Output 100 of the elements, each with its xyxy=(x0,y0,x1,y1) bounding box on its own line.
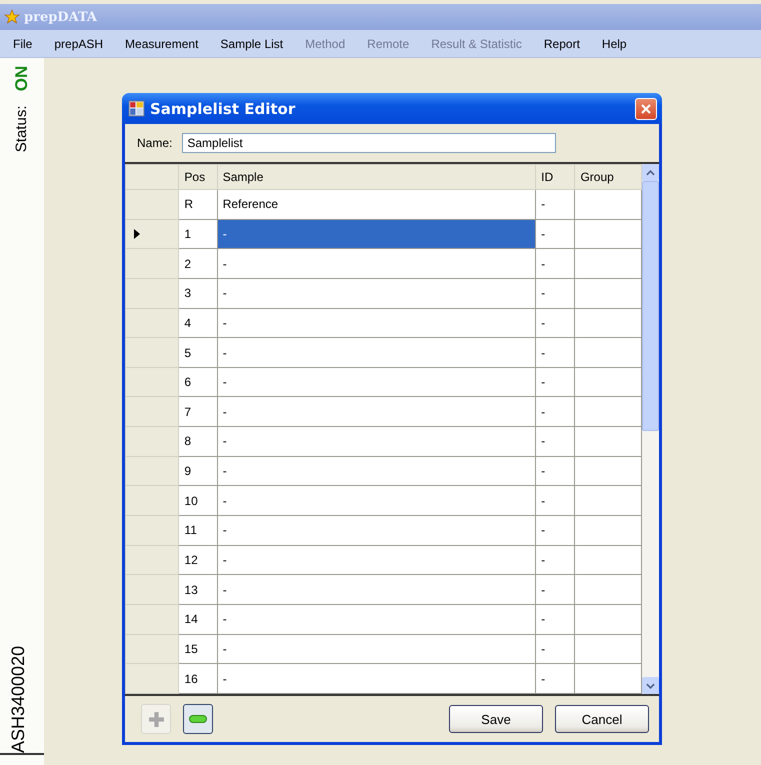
table-cell: - xyxy=(536,367,575,397)
dialog-button[interactable]: Cancel xyxy=(555,705,649,733)
table-cell: 2 xyxy=(178,248,218,278)
table-cell xyxy=(574,664,642,694)
status-label: Status: xyxy=(14,106,30,152)
table-cell: - xyxy=(536,426,575,456)
table-cell: - xyxy=(536,248,575,278)
table-cell xyxy=(574,486,642,516)
table-cell xyxy=(574,190,642,220)
table-cell: - xyxy=(536,456,575,486)
table-cell xyxy=(574,308,642,338)
star-icon xyxy=(4,9,20,25)
table-cell: - xyxy=(536,604,575,634)
table-cell: - xyxy=(217,278,536,308)
menu-item[interactable]: File xyxy=(2,36,44,50)
table-cell xyxy=(574,634,642,664)
row-header[interactable] xyxy=(126,426,179,456)
row-header[interactable] xyxy=(126,248,179,278)
row-header[interactable] xyxy=(126,308,179,338)
menu-item[interactable]: Measurement xyxy=(114,36,210,50)
menu-item[interactable]: prepASH xyxy=(43,36,114,50)
table-cell: - xyxy=(217,219,536,249)
table-cell: 12 xyxy=(178,545,218,575)
table-cell xyxy=(574,396,642,427)
table-cell: - xyxy=(536,308,575,338)
table-cell: - xyxy=(217,486,536,516)
row-header[interactable] xyxy=(126,456,179,486)
table-cell: - xyxy=(536,574,575,604)
table-cell: - xyxy=(217,516,536,546)
table-cell xyxy=(574,338,642,368)
table-cell: - xyxy=(536,396,575,427)
column-header[interactable]: Sample xyxy=(217,164,536,190)
vertical-scrollbar[interactable] xyxy=(642,164,659,694)
row-header[interactable] xyxy=(126,516,179,546)
row-header[interactable] xyxy=(126,486,179,516)
row-header[interactable] xyxy=(126,278,179,308)
table-cell xyxy=(574,248,642,278)
dialog-button[interactable]: Save xyxy=(449,705,543,733)
column-header[interactable]: Group xyxy=(574,164,642,190)
table-cell: 13 xyxy=(178,574,218,604)
table-cell: - xyxy=(536,338,575,368)
close-icon xyxy=(640,102,652,114)
menu-item[interactable]: Report xyxy=(532,36,591,50)
table-cell: - xyxy=(536,664,575,694)
table-cell: 14 xyxy=(178,604,218,634)
minus-icon xyxy=(189,715,207,723)
name-field[interactable]: Samplelist xyxy=(182,133,556,153)
table-cell: - xyxy=(217,604,536,634)
table-cell xyxy=(574,456,642,486)
row-header[interactable] xyxy=(126,545,179,575)
row-header[interactable] xyxy=(126,664,179,694)
table-cell: - xyxy=(217,574,536,604)
row-header[interactable] xyxy=(126,574,179,604)
table-cell: - xyxy=(536,219,575,249)
current-row-icon xyxy=(134,228,140,239)
table-cell: - xyxy=(217,367,536,397)
row-header[interactable] xyxy=(126,338,179,368)
row-header[interactable] xyxy=(126,367,179,397)
table-cell xyxy=(574,278,642,308)
menu-item[interactable]: Help xyxy=(590,36,638,50)
table-cell xyxy=(574,604,642,634)
table-cell xyxy=(574,516,642,546)
column-header[interactable]: ID xyxy=(536,164,575,190)
table-cell: - xyxy=(217,456,536,486)
row-header[interactable] xyxy=(126,634,179,664)
table-cell: - xyxy=(536,516,575,546)
column-header[interactable]: Pos xyxy=(178,164,218,190)
table-cell: 1 xyxy=(178,219,218,249)
close-button[interactable] xyxy=(635,98,657,120)
row-header[interactable] xyxy=(126,604,179,634)
table-cell: 11 xyxy=(178,516,218,546)
table-cell: - xyxy=(217,634,536,664)
table-cell: 3 xyxy=(178,278,218,308)
caret-up-icon xyxy=(646,170,655,176)
status-value: ON xyxy=(12,66,32,92)
table-cell xyxy=(574,367,642,397)
row-header[interactable] xyxy=(126,396,179,427)
row-header[interactable] xyxy=(126,219,179,249)
table-cell: 15 xyxy=(178,634,218,664)
table-cell: Reference xyxy=(217,190,536,220)
table-cell: R xyxy=(178,190,218,220)
table-cell: - xyxy=(536,486,575,516)
window-title: prepDATA xyxy=(24,10,97,24)
table-cell: 8 xyxy=(178,426,218,456)
table-cell: - xyxy=(217,545,536,575)
table-cell: - xyxy=(536,278,575,308)
scroll-thumb[interactable] xyxy=(642,181,659,431)
plus-icon xyxy=(148,710,164,728)
row-header-corner xyxy=(126,164,179,190)
table-cell: 4 xyxy=(178,308,218,338)
table-cell xyxy=(574,219,642,249)
menu-item[interactable]: Sample List xyxy=(209,36,294,50)
table-cell: - xyxy=(536,634,575,664)
table-cell: - xyxy=(217,396,536,427)
grid-app-icon xyxy=(128,100,145,117)
remove-button[interactable] xyxy=(183,704,213,734)
table-cell: - xyxy=(217,308,536,338)
row-header[interactable] xyxy=(126,190,179,220)
scroll-up-button[interactable] xyxy=(642,164,659,181)
scroll-down-button[interactable] xyxy=(642,677,659,694)
